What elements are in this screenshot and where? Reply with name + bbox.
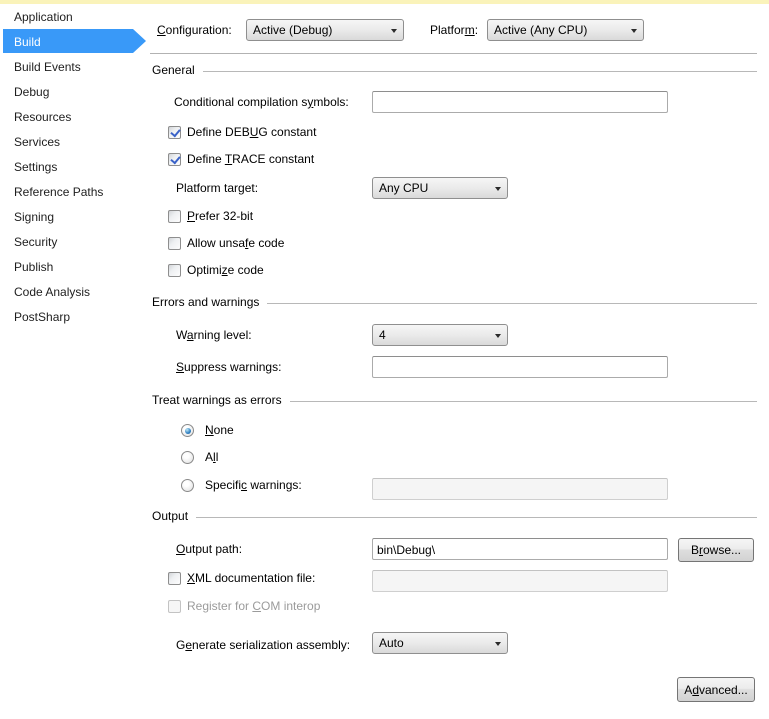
prefer-32bit-checkbox[interactable] — [168, 210, 181, 223]
chevron-down-icon — [495, 187, 501, 191]
sidebar-item-label: Signing — [14, 209, 55, 224]
advanced-button-label: Advanced... — [684, 682, 748, 697]
warning-level-select[interactable]: 4 — [372, 324, 508, 346]
section-rule — [267, 302, 757, 304]
sidebar-item-label: Resources — [14, 109, 72, 124]
browse-button-label: Browse... — [690, 543, 742, 557]
sidebar-item-signing[interactable]: Signing — [0, 204, 150, 229]
generate-serialization-assembly-select[interactable]: Auto — [372, 632, 508, 654]
register-com-interop-label: Register for COM interop — [187, 599, 321, 613]
xml-documentation-file-input — [372, 570, 668, 592]
section-general: General — [152, 63, 757, 77]
treat-warnings-all-radio[interactable] — [181, 451, 194, 464]
allow-unsafe-code-label: Allow unsafe code — [187, 236, 285, 250]
chevron-down-icon — [631, 29, 637, 33]
optimize-code-label: Optimize code — [187, 263, 264, 277]
section-treat-warnings-as-errors: Treat warnings as errors — [152, 393, 757, 407]
xml-documentation-file-checkbox[interactable] — [168, 572, 181, 585]
sidebar-item-label: Code Analysis — [14, 284, 91, 299]
section-title: Output — [152, 509, 189, 523]
sidebar-item-build[interactable]: Build — [0, 29, 150, 54]
sidebar-item-label: Reference Paths — [14, 184, 104, 199]
configuration-select[interactable]: Active (Debug) — [246, 19, 404, 41]
suppress-warnings-input[interactable] — [372, 356, 668, 378]
section-rule — [196, 516, 757, 518]
section-rule — [289, 400, 757, 402]
generate-serialization-assembly-value: Auto — [379, 636, 404, 650]
optimize-code-checkbox[interactable] — [168, 264, 181, 277]
sidebar-item-reference-paths[interactable]: Reference Paths — [0, 179, 150, 204]
sidebar-item-code-analysis[interactable]: Code Analysis — [0, 279, 150, 304]
allow-unsafe-code-checkbox[interactable] — [168, 237, 181, 250]
sidebar-item-debug[interactable]: Debug — [0, 79, 150, 104]
sidebar-item-build-events[interactable]: Build Events — [0, 54, 150, 79]
section-title: General — [152, 63, 195, 77]
build-properties-page: { "colors": { "selection_blue": "#3999f8… — [0, 0, 769, 719]
warning-level-label: Warning level: — [176, 328, 252, 342]
configuration-label: Configuration: — [157, 23, 232, 37]
configuration-value: Active (Debug) — [253, 23, 333, 37]
output-path-input[interactable] — [372, 538, 668, 560]
sidebar-item-postsharp[interactable]: PostSharp — [0, 304, 150, 329]
prefer-32bit-label: Prefer 32-bit — [187, 209, 254, 223]
platform-select[interactable]: Active (Any CPU) — [487, 19, 644, 41]
chevron-down-icon — [495, 642, 501, 646]
define-trace-label: Define TRACE constant — [187, 152, 315, 166]
section-output: Output — [152, 509, 757, 523]
sidebar-item-label: Settings — [14, 159, 58, 174]
sidebar-item-label: Services — [14, 134, 61, 149]
section-title: Errors and warnings — [152, 295, 260, 309]
sidebar-item-label: Debug — [14, 84, 50, 99]
platform-target-select[interactable]: Any CPU — [372, 177, 508, 199]
treat-warnings-none-radio[interactable] — [181, 424, 194, 437]
sidebar: Application Build Build Events Debug Res… — [0, 4, 150, 329]
warning-level-value: 4 — [379, 328, 386, 342]
sidebar-item-services[interactable]: Services — [0, 129, 150, 154]
sidebar-item-publish[interactable]: Publish — [0, 254, 150, 279]
specific-warnings-input — [372, 478, 668, 500]
sidebar-item-label: Build — [14, 34, 41, 49]
define-debug-checkbox[interactable] — [168, 126, 181, 139]
sidebar-item-application[interactable]: Application — [0, 4, 150, 29]
treat-warnings-specific-label: Specific warnings: — [205, 478, 302, 492]
define-trace-checkbox[interactable] — [168, 153, 181, 166]
sidebar-item-security[interactable]: Security — [0, 229, 150, 254]
sidebar-item-label: PostSharp — [14, 309, 71, 324]
sidebar-item-label: Build Events — [14, 59, 81, 74]
sidebar-item-resources[interactable]: Resources — [0, 104, 150, 129]
conditional-compilation-symbols-label: Conditional compilation symbols: — [174, 95, 349, 109]
sidebar-item-label: Application — [14, 9, 73, 24]
browse-button[interactable]: Browse... — [678, 538, 754, 562]
advanced-button[interactable]: Advanced... — [677, 677, 755, 702]
platform-target-label: Platform target: — [176, 181, 259, 195]
treat-warnings-none-label: None — [205, 423, 234, 437]
section-title: Treat warnings as errors — [152, 393, 282, 407]
platform-label: Platform: — [430, 23, 479, 37]
conditional-compilation-symbols-input[interactable] — [372, 91, 668, 113]
define-debug-label: Define DEBUG constant — [187, 125, 317, 139]
register-com-interop-checkbox — [168, 600, 181, 613]
sidebar-item-label: Publish — [14, 259, 54, 274]
chevron-down-icon — [391, 29, 397, 33]
sidebar-item-settings[interactable]: Settings — [0, 154, 150, 179]
suppress-warnings-label: Suppress warnings: — [176, 360, 282, 374]
topbar-separator — [150, 53, 757, 54]
sidebar-item-label: Security — [14, 234, 58, 249]
chevron-down-icon — [495, 334, 501, 338]
treat-warnings-all-label: All — [205, 450, 219, 464]
platform-value: Active (Any CPU) — [494, 23, 588, 37]
output-path-label: Output path: — [176, 542, 243, 556]
section-rule — [202, 70, 757, 72]
xml-documentation-file-label: XML documentation file: — [187, 571, 316, 585]
treat-warnings-specific-radio[interactable] — [181, 479, 194, 492]
platform-target-value: Any CPU — [379, 181, 429, 195]
generate-serialization-assembly-label: Generate serialization assembly: — [176, 638, 351, 652]
section-errors-and-warnings: Errors and warnings — [152, 295, 757, 309]
